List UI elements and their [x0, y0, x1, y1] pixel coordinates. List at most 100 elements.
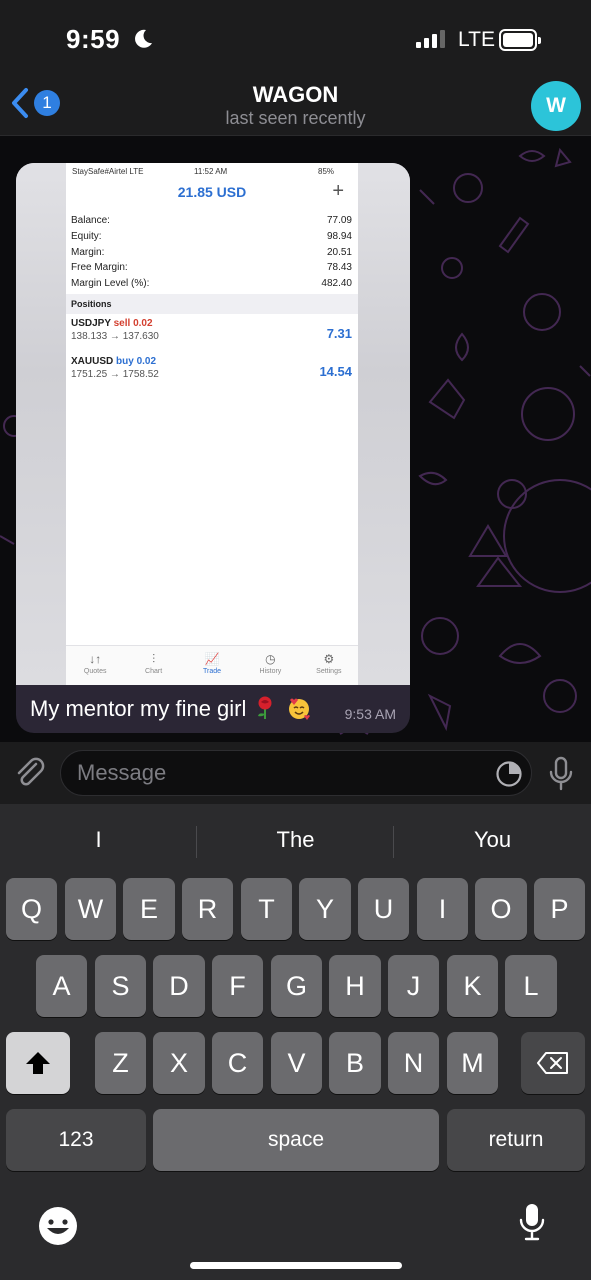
position-direction: sell 0.02 [113, 317, 153, 329]
plus-icon: + [332, 180, 344, 202]
quotes-icon: ↓↑ [89, 652, 102, 666]
suggestion-bar: I The You [0, 818, 591, 862]
attach-icon[interactable] [12, 755, 48, 791]
shift-key[interactable] [6, 1032, 70, 1094]
suggestion-item[interactable]: I [0, 818, 197, 862]
key-x[interactable]: X [153, 1032, 205, 1094]
message-caption: My mentor my fine girl [30, 696, 311, 722]
position-symbol: XAUUSD [71, 355, 114, 367]
screenshot-time: 11:52 AM [194, 167, 228, 176]
home-indicator [190, 1262, 402, 1269]
account-summary: Balance: 77.09 Equity: 98.94 Margin: 20.51 … [66, 205, 358, 292]
suggestion-item[interactable]: You [394, 818, 591, 862]
chart-icon: ⫶ [152, 652, 156, 666]
keyboard: I The You Q W E R T Y U I O P A S D F G … [0, 804, 591, 1280]
account-row: Equity: 98.94 [71, 230, 352, 242]
key-p[interactable]: P [534, 878, 585, 940]
account-row: Free Margin: 78.43 [71, 262, 352, 274]
moon-icon [135, 29, 152, 48]
key-q[interactable]: Q [6, 878, 57, 940]
position-symbol: USDJPY [71, 317, 111, 329]
account-row: Balance: 77.09 [71, 215, 352, 226]
position-profit: 14.54 [319, 363, 352, 379]
tab-quotes: ↓↑ Quotes [66, 646, 124, 685]
screenshot-title-text: 21.85 USD [177, 184, 247, 200]
return-key[interactable]: return [447, 1109, 585, 1171]
message-bubble[interactable]: StaySafe#Airtel LTE 11:52 AM 85% 21.85 U… [16, 163, 410, 733]
key-g[interactable]: G [271, 955, 322, 1017]
key-h[interactable]: H [329, 955, 381, 1017]
shift-icon [26, 1052, 50, 1074]
key-v[interactable]: V [271, 1032, 322, 1094]
backspace-icon [537, 1052, 568, 1074]
key-f[interactable]: F [212, 955, 263, 1017]
battery-icon [499, 29, 541, 51]
key-w[interactable]: W [65, 878, 116, 940]
position-row: USDJPY sell 0.02 138.133 → 137.630 7.31 [66, 314, 358, 352]
screenshot-tab-bar: ↓↑ Quotes ⫶ Chart 📈 Trade ◷ History ⚙ Setting… [66, 645, 358, 685]
chat-area[interactable]: StaySafe#Airtel LTE 11:52 AM 85% 21.85 U… [0, 136, 591, 742]
key-i[interactable]: I [417, 878, 468, 940]
status-bar: 9:59 LTE [0, 0, 591, 78]
message-input[interactable] [77, 751, 477, 795]
sticker-icon[interactable] [495, 760, 523, 788]
delete-key[interactable] [521, 1032, 585, 1094]
key-s[interactable]: S [95, 955, 146, 1017]
blurred-edge [358, 163, 410, 685]
chat-title[interactable]: WAGON [0, 82, 591, 108]
microphone-icon[interactable] [548, 756, 574, 792]
settings-icon: ⚙ [323, 652, 335, 666]
key-n[interactable]: N [388, 1032, 439, 1094]
trade-icon: 📈 [204, 652, 220, 666]
key-c[interactable]: C [212, 1032, 263, 1094]
key-a[interactable]: A [36, 955, 87, 1017]
emoji-icon[interactable] [36, 1204, 80, 1248]
avatar[interactable]: W [531, 81, 581, 131]
status-time: 9:59 [66, 24, 121, 54]
position-prices: 1751.25 → 1758.52 [71, 368, 159, 380]
message-field[interactable] [60, 750, 532, 796]
screenshot-battery: 85% [318, 167, 335, 176]
screenshot-balance-title: 21.85 USD + [66, 179, 358, 205]
screenshot-carrier: StaySafe#Airtel LTE [72, 167, 144, 176]
key-y[interactable]: Y [299, 878, 351, 940]
positions-header: Positions [66, 293, 358, 314]
chat-status: last seen recently [225, 108, 366, 128]
smiling-face-with-hearts-icon [288, 698, 310, 720]
key-j[interactable]: J [388, 955, 439, 1017]
position-direction: buy 0.02 [116, 355, 157, 367]
key-o[interactable]: O [475, 878, 527, 940]
key-e[interactable]: E [123, 878, 175, 940]
message-time: 9:53 AM [344, 706, 396, 722]
key-m[interactable]: M [447, 1032, 498, 1094]
network-label: LTE [458, 28, 495, 51]
key-k[interactable]: K [447, 955, 498, 1017]
position-prices: 138.133 → 137.630 [71, 330, 159, 342]
dictation-icon[interactable] [519, 1202, 545, 1242]
trading-app-screenshot: StaySafe#Airtel LTE 11:52 AM 85% 21.85 U… [66, 163, 358, 685]
signal-icon [416, 30, 445, 48]
key-r[interactable]: R [182, 878, 233, 940]
position-row: XAUUSD buy 0.02 1751.25 → 1758.52 14.54 [66, 352, 358, 390]
key-t[interactable]: T [241, 878, 292, 940]
numbers-key[interactable]: 123 [6, 1109, 146, 1171]
composer-bar [0, 742, 591, 804]
key-l[interactable]: L [505, 955, 557, 1017]
chat-header: 1 WAGON last seen recently W [0, 78, 591, 136]
suggestion-item[interactable]: The [197, 818, 394, 862]
space-key[interactable]: space [153, 1109, 439, 1171]
history-icon: ◷ [265, 652, 276, 666]
key-b[interactable]: B [329, 1032, 381, 1094]
screenshot-status-bar: StaySafe#Airtel LTE 11:52 AM 85% [66, 163, 358, 179]
message-text: My mentor my fine girl [30, 696, 247, 721]
key-u[interactable]: U [358, 878, 409, 940]
tab-settings: ⚙ Settings [300, 646, 358, 685]
tab-trade: 📈 Trade [183, 646, 241, 685]
key-d[interactable]: D [153, 955, 205, 1017]
attached-screenshot[interactable]: StaySafe#Airtel LTE 11:52 AM 85% 21.85 U… [16, 163, 410, 685]
tab-chart: ⫶ Chart [124, 646, 182, 685]
key-z[interactable]: Z [95, 1032, 146, 1094]
position-profit: 7.31 [326, 325, 352, 341]
account-row: Margin Level (%): 482.40 [71, 278, 352, 290]
blurred-edge [16, 163, 66, 685]
